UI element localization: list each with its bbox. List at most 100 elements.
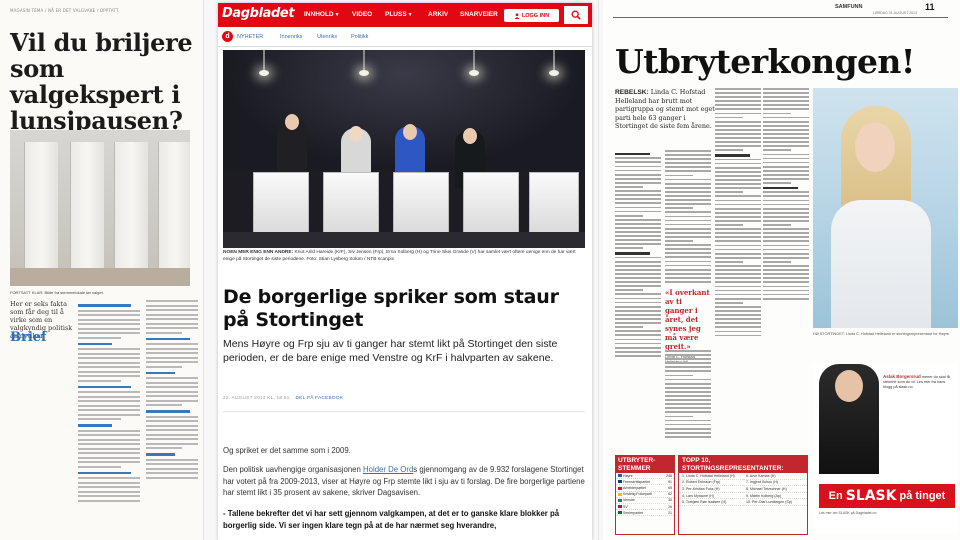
party-color-swatch: [618, 480, 622, 484]
top10-row: 5. Torbjørn Røe Isaksen (H): [679, 499, 743, 506]
stemmer-value: 62: [668, 492, 672, 497]
stemmer-party: Arbeiderpartiet: [618, 486, 646, 490]
slask-promo: Aslak Borgersrud mener du skal få stemme…: [813, 364, 958, 534]
top10-box-title: TOPP 10, STORTINGSREPRESENTANTER:: [679, 456, 807, 473]
booth-floor: [10, 268, 190, 286]
banner-main: SLASK: [845, 488, 897, 504]
podium: [253, 172, 309, 238]
dagbladet-logo[interactable]: Dagbladet: [222, 6, 295, 21]
promo-name: Aslak Borgersrud: [883, 374, 921, 379]
party-color-swatch: [618, 505, 622, 509]
nav-arkiv[interactable]: ARKIV: [428, 11, 448, 18]
podium: [529, 172, 579, 238]
chevron-down-icon: ▼: [334, 12, 340, 18]
article-lead: Mens Høyre og Frp sju av ti ganger har s…: [223, 338, 558, 364]
slask-banner: En SLASK på tinget: [819, 484, 955, 508]
promo-text: Aslak Borgersrud mener du skal få stemme…: [883, 374, 955, 390]
top10-box: TOPP 10, STORTINGSREPRESENTANTER: 1. Lin…: [678, 455, 808, 535]
photo-caption: NOEN MER ENIG ENN ANDRE: Knut Arild Hare…: [223, 250, 585, 263]
debater-head: [463, 128, 477, 144]
section-subnav: d NYHETER Innenriks Utenriks Politikk: [218, 27, 592, 47]
portrait-jacket: [831, 200, 931, 328]
podium: [463, 172, 519, 238]
party-name: Kristelig Folkeparti: [623, 492, 652, 497]
party-name: Venstre: [623, 498, 635, 503]
party-name: Arbeiderpartiet: [623, 485, 646, 490]
nav-pluss[interactable]: PLUSS▼: [385, 11, 413, 18]
stemmer-value: 21: [668, 510, 672, 515]
search-icon: [571, 10, 581, 20]
party-name: Senterpartiet: [623, 510, 644, 515]
nav-innhold[interactable]: INNHOLD▼: [304, 11, 340, 18]
dagbladet-d-icon: d: [222, 31, 233, 42]
stemmer-party: Kristelig Folkeparti: [618, 492, 652, 496]
page-date: LØRDAG 31.AUGUST 2013: [873, 11, 917, 15]
voting-booth: [114, 142, 148, 270]
top10-row: 2. Robert Eriksson (Frp): [679, 480, 743, 487]
right-text-column: [763, 88, 809, 453]
article-quote-paragraph: - Tallene bekrefter det vi har sett gjen…: [223, 509, 560, 530]
photo-caption-label: NOEN MER ENIG ENN ANDRE:: [223, 250, 294, 255]
subnav-nyheter[interactable]: NYHETER: [237, 34, 263, 40]
dagbladet-top-bar: Dagbladet INNHOLD▼ VIDEO PLUSS▼ ARKIV SN…: [218, 3, 592, 27]
banner-pre: En: [828, 490, 843, 502]
left-text-column: [146, 300, 198, 540]
left-page-headline: Vil du briljere som valgekspert i lunsjp…: [10, 28, 193, 135]
party-color-swatch: [618, 511, 622, 515]
stemmer-rows: Høyre 248 Fremskrittspartiet 91 Arbeiderpart…: [616, 473, 674, 517]
section-label: SAMFUNN: [835, 4, 863, 10]
pull-quote-text: «I overkant av ti ganger i året, det syn…: [665, 288, 710, 351]
login-button[interactable]: LOGG INN: [504, 9, 559, 22]
top10-row: 7. Ingjerd Schou (H): [743, 480, 807, 487]
top10-row: 8. Michael Tetzschner (H): [743, 486, 807, 493]
stemmer-party: Venstre: [618, 498, 635, 502]
stemmer-party: SV: [618, 505, 628, 509]
portrait-face: [855, 122, 895, 172]
left-photo-caption: FORTSATT KLAR: Bilde fra stemmelokale fø…: [10, 290, 104, 295]
article-paragraph: Den politisk uavhengige organisasjonen H…: [223, 464, 585, 499]
article-meta: 22. AUGUST 2013 KL. 18:51 DEL PÅ FACEBOOK: [223, 396, 585, 401]
right-text-column: [615, 150, 661, 359]
stemmer-row: Senterpartiet 21: [616, 510, 674, 517]
promo-footnote: Les mer om SLASK på Dagbladet.no: [819, 511, 877, 515]
dagbladet-article-page: Dagbladet INNHOLD▼ VIDEO PLUSS▼ ARKIV SN…: [218, 3, 592, 540]
stemmer-party: Fremskrittspartiet: [618, 480, 650, 484]
subnav-politikk[interactable]: Politikk: [351, 34, 368, 40]
subnav-innenriks[interactable]: Innenriks: [280, 34, 302, 40]
stemmer-value: 91: [668, 479, 672, 484]
voting-booth: [70, 142, 104, 270]
page-gap: [598, 0, 599, 540]
top10-row: 3. Per-Kristian Foss (H): [679, 486, 743, 493]
divider: [223, 411, 585, 412]
header-rule: [613, 17, 948, 18]
screenshot-collage: MAGASIN TEMA / NÅ ER DET VALGVAKE / OPPT…: [0, 0, 960, 540]
stemmer-box-title: UTBRYTER-STEMMER: [616, 456, 674, 473]
right-text-column: [665, 150, 711, 285]
party-name: Fremskrittspartiet: [623, 479, 651, 484]
right-page-headline: Utbryterkongen!: [615, 42, 915, 81]
share-facebook-link[interactable]: DEL PÅ FACEBOOK: [296, 396, 344, 401]
paragraph-text: Den politisk uavhengige organisasjonen: [223, 465, 364, 474]
portrait-photo: [813, 88, 958, 328]
debate-stage-photo: [223, 50, 585, 248]
lead-label: REBELSK:: [615, 89, 649, 96]
nav-snarveier[interactable]: SNARVEIER: [460, 11, 498, 18]
right-text-column: [715, 88, 761, 453]
stemmer-party: Høyre: [618, 474, 633, 478]
party-color-swatch: [618, 486, 622, 490]
login-label: LOGG INN: [521, 12, 550, 19]
stage-floor: [223, 232, 585, 248]
subnav-utenriks[interactable]: Utenriks: [317, 34, 337, 40]
article-paragraph: Og spriket er det samme som i 2009.: [223, 446, 351, 455]
holder-de-ord-link[interactable]: Holder De Ord: [363, 465, 413, 474]
promo-person-face: [835, 370, 863, 402]
top10-row: 1. Linda C. Hofstad Helleland (H): [679, 473, 743, 480]
right-newspaper-page: SAMFUNN LØRDAG 31.AUGUST 2013 11 Utbryte…: [603, 0, 960, 540]
page-gap: [203, 0, 204, 540]
party-name: Høyre: [623, 473, 633, 478]
nav-video[interactable]: VIDEO: [352, 11, 372, 18]
user-icon: [514, 12, 520, 19]
search-button[interactable]: [564, 6, 588, 24]
right-text-column: [665, 350, 711, 450]
debater-head: [403, 124, 417, 140]
